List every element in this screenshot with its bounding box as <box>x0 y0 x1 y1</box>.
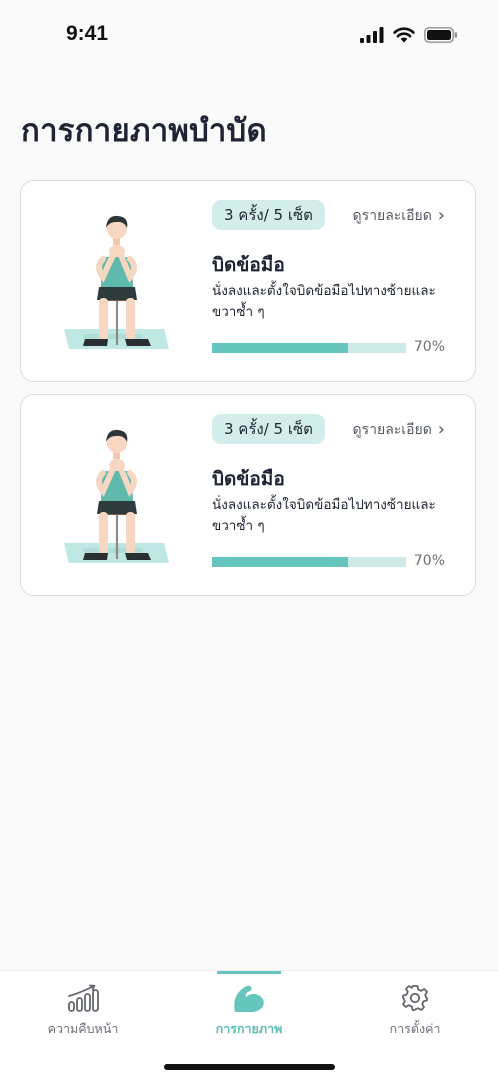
exercise-card[interactable]: 3 ครั้ง/ 5 เซ็ต ดูรายละเอียด › บิดข้อมือ… <box>20 394 476 596</box>
progress-bar <box>212 557 406 567</box>
progress-percentage: 70% <box>413 339 445 355</box>
flexed-arm-icon <box>232 983 266 1013</box>
seated-exercise-illustration <box>64 215 169 349</box>
sets-badge: 3 ครั้ง/ 5 เซ็ต <box>212 414 325 444</box>
view-details-link[interactable]: ดูรายละเอียด › <box>353 205 445 227</box>
battery-icon <box>424 27 457 43</box>
exercise-title: บิดข้อมือ <box>212 254 285 276</box>
nav-item-physiotherapy[interactable]: การกายภาพ <box>179 971 319 1051</box>
home-indicator <box>164 1064 335 1070</box>
view-details-link[interactable]: ดูรายละเอียด › <box>353 419 445 441</box>
progress-fill <box>212 557 348 567</box>
status-icons <box>360 27 458 43</box>
wifi-icon <box>393 27 415 43</box>
progress-chart-icon <box>66 983 100 1013</box>
page-title: การกายภาพบำบัด <box>21 113 267 149</box>
progress-percentage: 70% <box>413 553 445 569</box>
exercise-description: นั่งลงและตั้งใจบิดข้อมือไปทางซ้ายและขวาซ… <box>212 283 436 320</box>
status-time: 9:41 <box>66 22 109 45</box>
view-details-label: ดูรายละเอียด <box>352 422 432 438</box>
sets-badge: 3 ครั้ง/ 5 เซ็ต <box>212 200 325 230</box>
view-details-label: ดูรายละเอียด <box>352 208 432 224</box>
progress-fill <box>212 343 348 353</box>
gear-icon <box>398 983 432 1013</box>
seated-exercise-illustration <box>64 429 169 563</box>
exercise-description: นั่งลงและตั้งใจบิดข้อมือไปทางซ้ายและขวาซ… <box>212 497 436 534</box>
chevron-right-icon: › <box>437 419 445 440</box>
nav-item-progress[interactable]: ความคืบหน้า <box>13 971 153 1051</box>
exercise-card[interactable]: 3 ครั้ง/ 5 เซ็ต ดูรายละเอียด › บิดข้อมือ… <box>20 180 476 382</box>
nav-label: ความคืบหน้า <box>47 1021 119 1036</box>
exercise-title: บิดข้อมือ <box>212 468 285 490</box>
cellular-signal-icon <box>360 27 384 43</box>
status-bar: 9:41 <box>0 0 498 72</box>
nav-label: การตั้งค่า <box>389 1021 441 1036</box>
chevron-right-icon: › <box>437 205 445 226</box>
nav-label: การกายภาพ <box>215 1021 283 1036</box>
nav-item-settings[interactable]: การตั้งค่า <box>345 971 485 1051</box>
progress-bar <box>212 343 406 353</box>
